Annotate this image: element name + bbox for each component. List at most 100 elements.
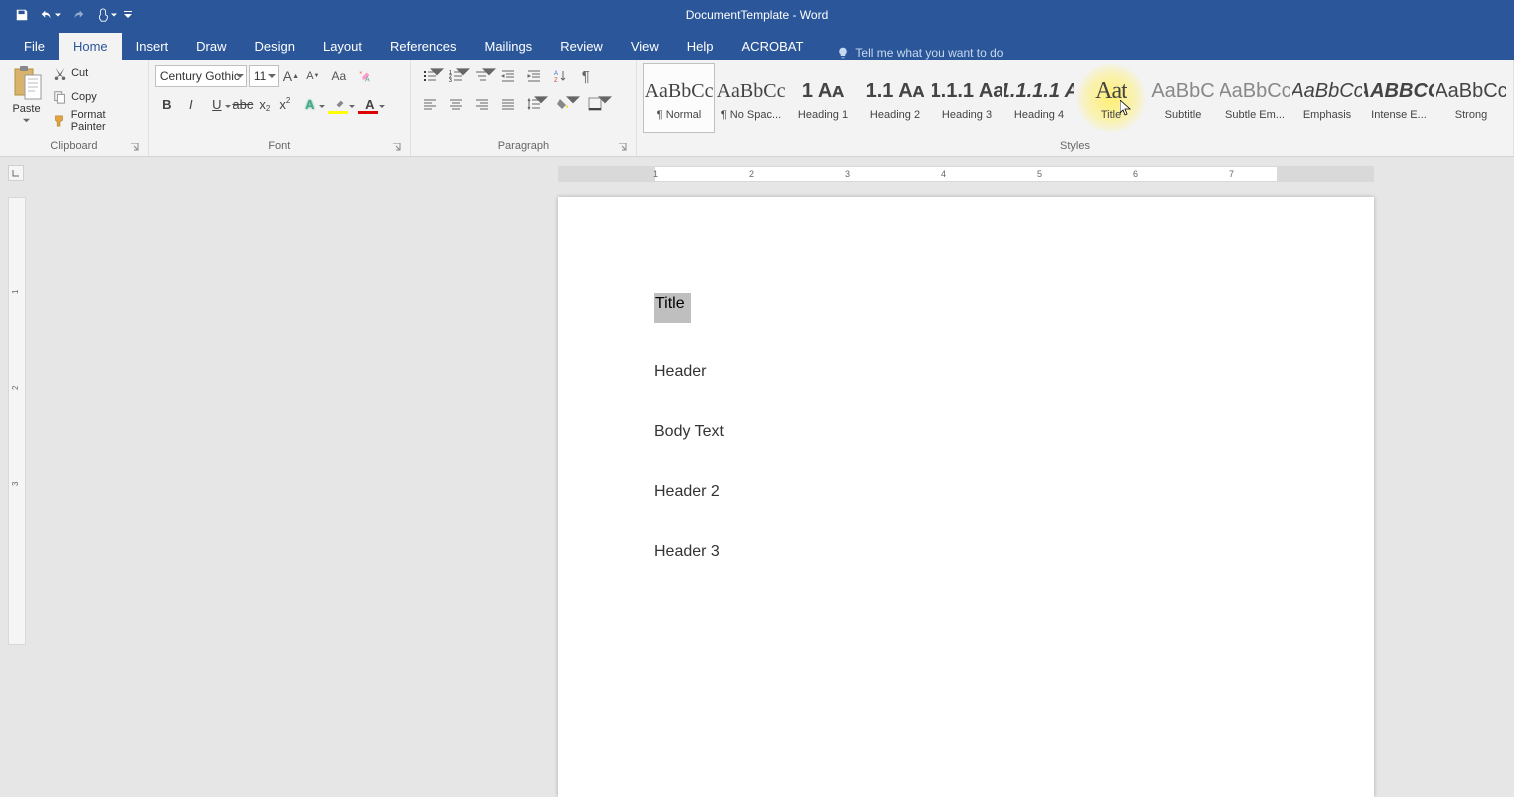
borders-button[interactable] [579,93,611,115]
style-intense-e-[interactable]: AABBCCIntense E... [1363,63,1435,133]
document-line[interactable]: Header 3 [654,543,1278,561]
strikethrough-button[interactable]: abc [231,93,255,115]
style--normal[interactable]: AaBbCc¶ Normal [643,63,715,133]
tab-home[interactable]: Home [59,33,122,60]
tell-me-search[interactable]: Tell me what you want to do [817,46,1003,60]
increase-indent-button[interactable] [521,65,547,87]
style-preview: 1 Aᴀ [802,75,844,107]
undo-button[interactable] [38,3,62,27]
quick-access-toolbar [0,3,134,27]
highlighter-icon [334,98,346,110]
document-line[interactable]: Title [654,293,1278,363]
style-label: Strong [1455,109,1487,121]
sort-button[interactable]: AZ [547,65,573,87]
style-strong[interactable]: AaBbCcStrong [1435,63,1507,133]
style-heading-1[interactable]: 1 Aᴀ Heading 1 [787,63,859,133]
style-preview: 1.1.1 Aa [931,75,1003,107]
multilevel-list-button[interactable] [469,65,495,87]
superscript-button[interactable]: x2 [275,93,295,115]
style-subtitle[interactable]: AaBbCSubtitle [1147,63,1219,133]
save-button[interactable] [10,3,34,27]
align-center-button[interactable] [443,93,469,115]
font-launcher[interactable] [390,140,404,154]
style-label: Emphasis [1303,109,1351,121]
style-preview: AaBbCc [645,75,714,107]
tab-references[interactable]: References [376,33,470,60]
eraser-icon: A [358,69,372,83]
grow-font-button[interactable]: A▲ [281,65,301,87]
tab-review[interactable]: Review [546,33,617,60]
tab-design[interactable]: Design [241,33,309,60]
style-heading-2[interactable]: 1.1 AᴀHeading 2 [859,63,931,133]
style-heading-4[interactable]: 1.1.1.1 A Heading 4 [1003,63,1075,133]
font-color-button[interactable]: A [355,93,385,115]
group-font: Century Gothic 11 A▲ A▼ Aa A B I U abc x… [149,60,411,156]
tab-help[interactable]: Help [673,33,728,60]
format-painter-button[interactable]: Format Painter [53,111,142,131]
tab-layout[interactable]: Layout [309,33,376,60]
shrink-font-button[interactable]: A▼ [303,65,323,87]
tab-view[interactable]: View [617,33,673,60]
numbering-button[interactable]: 123 [443,65,469,87]
style-label: Intense E... [1371,109,1427,121]
show-marks-button[interactable]: ¶ [573,65,599,87]
shading-button[interactable] [547,93,579,115]
paste-icon [11,65,43,101]
cut-button[interactable]: Cut [53,63,142,83]
tab-mailings[interactable]: Mailings [471,33,547,60]
vertical-ruler[interactable]: 123 [8,197,26,645]
font-name-combo[interactable]: Century Gothic [155,65,247,87]
paste-button[interactable]: Paste [6,63,47,124]
style-heading-3[interactable]: 1.1.1 Aa Heading 3 [931,63,1003,133]
align-right-button[interactable] [469,93,495,115]
tab-insert[interactable]: Insert [122,33,183,60]
style-label: Title [1101,109,1121,121]
style-preview: AaBbCc [1291,75,1363,107]
document-page[interactable]: TitleHeader Body Text Header 2 Header 3 [558,197,1374,797]
tab-acrobat[interactable]: ACROBAT [728,33,818,60]
style-preview: 1.1.1.1 A [1003,75,1075,107]
svg-text:3: 3 [449,78,452,83]
paragraph-launcher[interactable] [616,140,630,154]
style-emphasis[interactable]: AaBbCc Emphasis [1291,63,1363,133]
text-effects-button[interactable]: A [295,93,325,115]
document-workspace: 1234567 123 TitleHeader Body Text Header 2… [0,157,1514,645]
redo-button[interactable] [66,3,90,27]
tab-file[interactable]: File [10,33,59,60]
qat-customize-button[interactable] [122,3,134,27]
font-size-combo[interactable]: 11 [249,65,279,87]
document-line[interactable]: Header [654,363,1278,381]
document-line[interactable]: Body Text [654,423,1278,441]
touch-mode-button[interactable] [94,3,118,27]
style-label: Subtle Em... [1225,109,1285,121]
style-label: Heading 4 [1014,109,1064,121]
copy-button[interactable]: Copy [53,87,142,107]
cursor-icon [1120,100,1134,123]
style-subtle-em-[interactable]: AaBbCcSubtle Em... [1219,63,1291,133]
italic-button[interactable]: I [179,93,203,115]
line-spacing-button[interactable] [521,93,547,115]
group-paragraph: 123 AZ ¶ Paragraph [411,60,637,156]
style-title[interactable]: AatTitle [1075,63,1147,133]
title-bar: DocumentTemplate - Word [0,0,1514,30]
justify-button[interactable] [495,93,521,115]
subscript-button[interactable]: x2 [255,93,275,115]
ribbon: Paste Cut Copy Format Painter Clipboard … [0,60,1514,157]
align-left-button[interactable] [417,93,443,115]
bullets-button[interactable] [417,65,443,87]
style--no-spac-[interactable]: AaBbCc¶ No Spac... [715,63,787,133]
highlight-button[interactable] [325,93,355,115]
style-preview: AaBbCc [717,75,786,107]
document-line[interactable]: Header 2 [654,483,1278,501]
clipboard-launcher[interactable] [128,140,142,154]
horizontal-ruler[interactable]: 1234567 [0,165,1514,183]
bold-button[interactable]: B [155,93,179,115]
style-label: Heading 1 [798,109,848,121]
tab-draw[interactable]: Draw [182,33,240,60]
clear-formatting-button[interactable]: A [355,65,375,87]
style-label: Heading 3 [942,109,992,121]
underline-button[interactable]: U [203,93,231,115]
decrease-indent-button[interactable] [495,65,521,87]
style-label: Subtitle [1165,109,1202,121]
change-case-button[interactable]: Aa [325,65,353,87]
